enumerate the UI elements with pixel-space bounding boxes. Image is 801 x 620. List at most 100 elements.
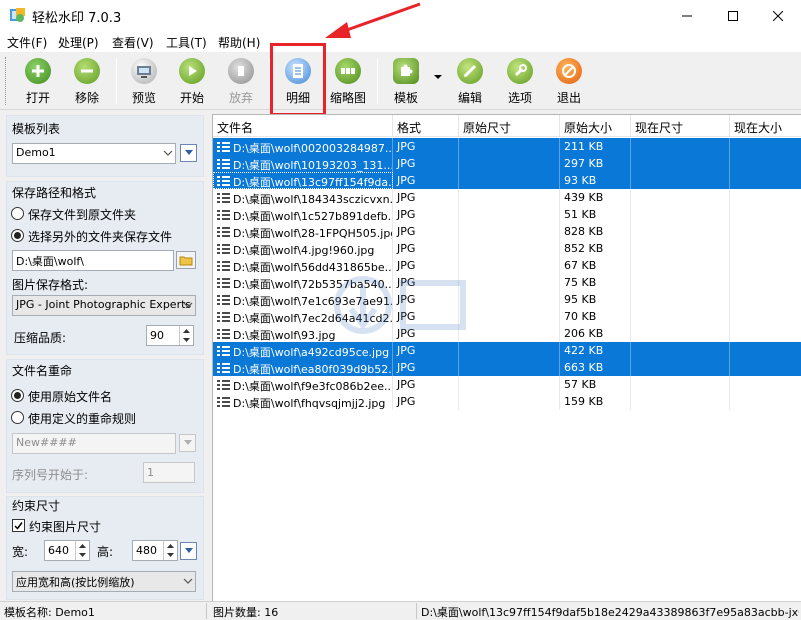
table-row[interactable]: D:\桌面\wolf\fhqvsqjmjj2.jpg JPG 159 KB (213, 393, 801, 410)
cell-cur-dimensions (631, 189, 730, 206)
table-row[interactable]: D:\桌面\wolf\7ec2d64a41cd2... JPG 70 KB (213, 308, 801, 325)
rename-original-label: 使用原始文件名 (28, 390, 113, 404)
thumbnail-view-button[interactable]: 缩略图 (322, 55, 374, 107)
cell-cur-dimensions (631, 393, 730, 410)
menu-process[interactable]: 处理(P) (58, 34, 99, 51)
cell-cur-size (730, 138, 801, 155)
browse-folder-button[interactable] (176, 251, 196, 269)
cell-format: JPG (393, 291, 459, 308)
table-row[interactable]: D:\桌面\wolf\184343sczicvxn... JPG 439 KB (213, 189, 801, 206)
edit-button[interactable]: 编辑 (444, 55, 496, 107)
open-button[interactable]: 打开 (12, 55, 64, 107)
toolbar-grip[interactable] (5, 57, 8, 105)
toolbar-separator (269, 58, 270, 104)
table-row[interactable]: D:\桌面\wolf\13c97ff154f9da... JPG 93 KB (213, 172, 801, 189)
cell-orig-dimensions (459, 138, 560, 155)
image-file-icon (217, 227, 230, 237)
column-header-cur-size[interactable]: 现在大小 (730, 115, 801, 137)
cell-format: JPG (393, 155, 459, 172)
table-row[interactable]: D:\桌面\wolf\72b5357ba540... JPG 75 KB (213, 274, 801, 291)
template-dropdown-icon[interactable] (433, 72, 443, 82)
cell-filename: D:\桌面\wolf\7e1c693e7ae91... (213, 291, 393, 308)
cell-cur-size (730, 308, 801, 325)
rename-custom-radio[interactable] (11, 411, 24, 424)
column-header-format[interactable]: 格式 (393, 115, 459, 137)
cell-orig-size: 70 KB (560, 308, 631, 325)
table-row[interactable]: D:\桌面\wolf\10193203_131... JPG 297 KB (213, 155, 801, 172)
start-button[interactable]: 开始 (166, 55, 218, 107)
toolbar-separator (377, 58, 378, 104)
cell-filename: D:\桌面\wolf\1c527b891defb... (213, 206, 393, 223)
menu-tools[interactable]: 工具(T) (166, 34, 207, 51)
image-file-icon (217, 159, 230, 169)
table-row[interactable]: D:\桌面\wolf\a492cd95ce.jpg JPG 422 KB (213, 342, 801, 359)
detail-view-button[interactable]: 明细 (272, 55, 324, 107)
menu-file[interactable]: 文件(F) (7, 34, 47, 51)
save-original-label: 保存文件到原文件夹 (28, 208, 137, 222)
cell-cur-size (730, 172, 801, 189)
table-row[interactable]: D:\桌面\wolf\28-1FPQH505.jpg JPG 828 KB (213, 223, 801, 240)
cell-cur-size (730, 393, 801, 410)
options-button[interactable]: 选项 (494, 55, 546, 107)
constraint-checkbox[interactable] (12, 519, 25, 532)
file-list-grid[interactable]: 文件名 格式 原始尺寸 原始大小 现在尺寸 现在大小 D:\桌面\wolf\00… (212, 114, 801, 601)
detail-list-icon (285, 58, 311, 84)
cell-filename: D:\桌面\wolf\10193203_131... (213, 155, 393, 172)
cell-format: JPG (393, 325, 459, 342)
pencil-icon (457, 58, 483, 84)
table-row[interactable]: D:\桌面\wolf\93.jpg JPG 206 KB (213, 325, 801, 342)
close-button[interactable] (755, 0, 801, 31)
template-select[interactable]: Demo1 (12, 143, 176, 164)
menu-help[interactable]: 帮助(H) (218, 34, 260, 51)
chevron-down-icon (183, 302, 193, 308)
image-file-icon (217, 346, 230, 356)
constraint-section-title: 约束尺寸 (12, 499, 61, 513)
cell-cur-dimensions (631, 274, 730, 291)
template-button[interactable]: 模板 (380, 55, 432, 107)
save-original-radio[interactable] (11, 207, 24, 220)
maximize-button[interactable] (710, 0, 756, 31)
triangle-down-icon (184, 150, 193, 155)
quality-spinner[interactable]: 90 (146, 325, 194, 346)
minimize-button[interactable] (664, 0, 710, 31)
table-row[interactable]: D:\桌面\wolf\4.jpg!960.jpg JPG 852 KB (213, 240, 801, 257)
format-select[interactable]: JPG - Joint Photographic Experts Gr (12, 295, 196, 316)
table-row[interactable]: D:\桌面\wolf\002003284987... JPG 211 KB (213, 138, 801, 155)
save-path-input[interactable]: D:\桌面\wolf\ (12, 250, 174, 271)
column-header-orig-dimensions[interactable]: 原始尺寸 (459, 115, 560, 137)
format-label: 图片保存格式: (12, 278, 89, 292)
column-header-orig-size[interactable]: 原始大小 (560, 115, 631, 137)
rename-pattern-input: New#### (12, 433, 176, 454)
preview-icon (131, 58, 157, 84)
menu-view[interactable]: 查看(V) (112, 34, 154, 51)
column-header-filename[interactable]: 文件名 (213, 115, 393, 137)
cell-orig-size: 159 KB (560, 393, 631, 410)
image-file-icon (217, 278, 230, 288)
cell-format: JPG (393, 138, 459, 155)
table-row[interactable]: D:\桌面\wolf\1c527b891defb... JPG 51 KB (213, 206, 801, 223)
width-spinner[interactable]: 640 (44, 540, 90, 561)
column-header-cur-dimensions[interactable]: 现在尺寸 (631, 115, 730, 137)
cell-format: JPG (393, 172, 459, 189)
height-label: 高: (97, 545, 114, 559)
preview-button[interactable]: 预览 (118, 55, 170, 107)
height-spinner[interactable]: 480 (132, 540, 178, 561)
puzzle-icon (393, 58, 419, 84)
table-row[interactable]: D:\桌面\wolf\f9e3fc086b2ee... JPG 57 KB (213, 376, 801, 393)
remove-button[interactable]: 移除 (61, 55, 113, 107)
exit-button[interactable]: 退出 (543, 55, 595, 107)
cell-orig-dimensions (459, 308, 560, 325)
cell-format: JPG (393, 223, 459, 240)
rename-original-radio[interactable] (11, 389, 24, 402)
checkmark-icon (14, 522, 23, 530)
size-preset-button[interactable] (180, 542, 197, 560)
table-row[interactable]: D:\桌面\wolf\ea80f039d9b52... JPG 663 KB (213, 359, 801, 376)
image-file-icon (217, 261, 230, 271)
table-row[interactable]: D:\桌面\wolf\56dd431865be... JPG 67 KB (213, 257, 801, 274)
template-apply-button[interactable] (180, 144, 197, 162)
save-other-radio[interactable] (11, 229, 24, 242)
cell-cur-dimensions (631, 308, 730, 325)
constraint-mode-select[interactable]: 应用宽和高(按比例缩放) (12, 571, 196, 592)
chevron-down-icon (183, 578, 193, 584)
table-row[interactable]: D:\桌面\wolf\7e1c693e7ae91... JPG 95 KB (213, 291, 801, 308)
